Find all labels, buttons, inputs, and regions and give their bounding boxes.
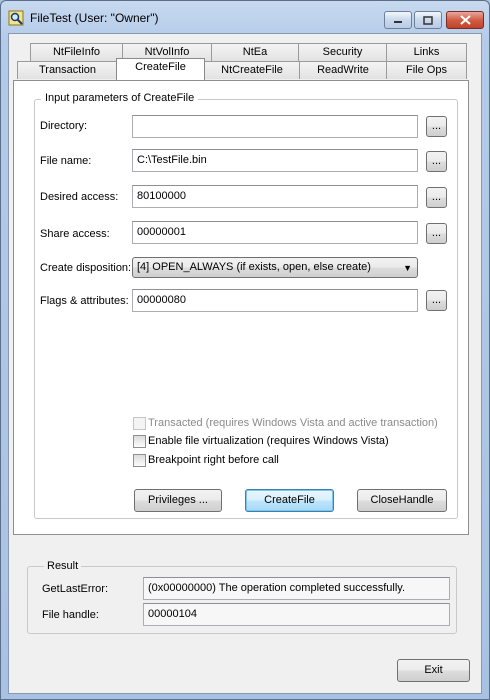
privileges-button[interactable]: Privileges ... bbox=[134, 489, 222, 512]
desired-access-label: Desired access: bbox=[40, 191, 119, 203]
file-virtualization-checkbox[interactable] bbox=[133, 435, 146, 448]
share-access-browse-button[interactable]: ... bbox=[426, 223, 447, 244]
tab-createfile[interactable]: CreateFile bbox=[116, 58, 205, 80]
flags-attributes-input[interactable]: 00000080 bbox=[132, 289, 418, 312]
desired-access-browse-button[interactable]: ... bbox=[426, 187, 447, 208]
tab-ntcreatefile[interactable]: NtCreateFile bbox=[204, 61, 300, 79]
directory-browse-button[interactable]: ... bbox=[426, 116, 447, 137]
filename-browse-button[interactable]: ... bbox=[426, 151, 447, 172]
input-parameters-legend: Input parameters of CreateFile bbox=[41, 92, 199, 104]
maximize-button[interactable] bbox=[414, 11, 442, 29]
file-handle-label: File handle: bbox=[42, 609, 99, 621]
result-legend: Result bbox=[44, 560, 82, 572]
filename-label: File name: bbox=[40, 155, 92, 167]
tab-transaction[interactable]: Transaction bbox=[17, 61, 118, 79]
getlasterror-label: GetLastError: bbox=[42, 583, 109, 595]
chevron-down-icon: ▼ bbox=[403, 263, 412, 273]
flags-attributes-label: Flags & attributes: bbox=[40, 295, 129, 307]
directory-label: Directory: bbox=[40, 120, 88, 132]
minimize-button[interactable] bbox=[384, 11, 412, 29]
tab-file-ops[interactable]: File Ops bbox=[386, 61, 467, 79]
exit-button[interactable]: Exit bbox=[397, 659, 470, 682]
filename-input[interactable]: C:\TestFile.bin bbox=[132, 149, 418, 172]
create-disposition-value: [4] OPEN_ALWAYS (if exists, open, else c… bbox=[137, 261, 371, 273]
file-virtualization-label: Enable file virtualization (requires Win… bbox=[148, 435, 389, 447]
share-access-input[interactable]: 00000001 bbox=[132, 221, 418, 244]
breakpoint-checkbox[interactable] bbox=[133, 454, 146, 467]
close-icon bbox=[459, 15, 471, 25]
transacted-checkbox[interactable] bbox=[133, 417, 146, 430]
transacted-label: Transacted (requires Windows Vista and a… bbox=[148, 417, 438, 429]
tab-links[interactable]: Links bbox=[386, 43, 467, 61]
createfile-button[interactable]: CreateFile bbox=[245, 489, 334, 512]
flags-attributes-browse-button[interactable]: ... bbox=[426, 290, 447, 311]
tab-security[interactable]: Security bbox=[298, 43, 387, 61]
create-disposition-label: Create disposition: bbox=[40, 262, 132, 274]
create-disposition-dropdown[interactable]: [4] OPEN_ALWAYS (if exists, open, else c… bbox=[132, 257, 418, 278]
closehandle-button[interactable]: CloseHandle bbox=[357, 489, 447, 512]
getlasterror-field[interactable]: (0x00000000) The operation completed suc… bbox=[143, 577, 450, 600]
magnifier-app-icon bbox=[8, 10, 24, 26]
tab-readwrite[interactable]: ReadWrite bbox=[299, 61, 387, 79]
maximize-icon bbox=[423, 15, 433, 25]
desired-access-input[interactable]: 80100000 bbox=[132, 185, 418, 208]
tab-ntfileinfo[interactable]: NtFileInfo bbox=[30, 43, 123, 61]
breakpoint-label: Breakpoint right before call bbox=[148, 454, 279, 466]
close-button[interactable] bbox=[446, 11, 484, 29]
title-bar[interactable]: FileTest (User: "Owner") bbox=[1, 1, 489, 33]
share-access-label: Share access: bbox=[40, 228, 110, 240]
directory-input[interactable] bbox=[132, 115, 418, 138]
tab-ntea[interactable]: NtEa bbox=[211, 43, 299, 61]
minimize-icon bbox=[394, 21, 402, 23]
file-handle-field[interactable]: 00000104 bbox=[143, 603, 450, 626]
window-title: FileTest (User: "Owner") bbox=[30, 11, 159, 25]
